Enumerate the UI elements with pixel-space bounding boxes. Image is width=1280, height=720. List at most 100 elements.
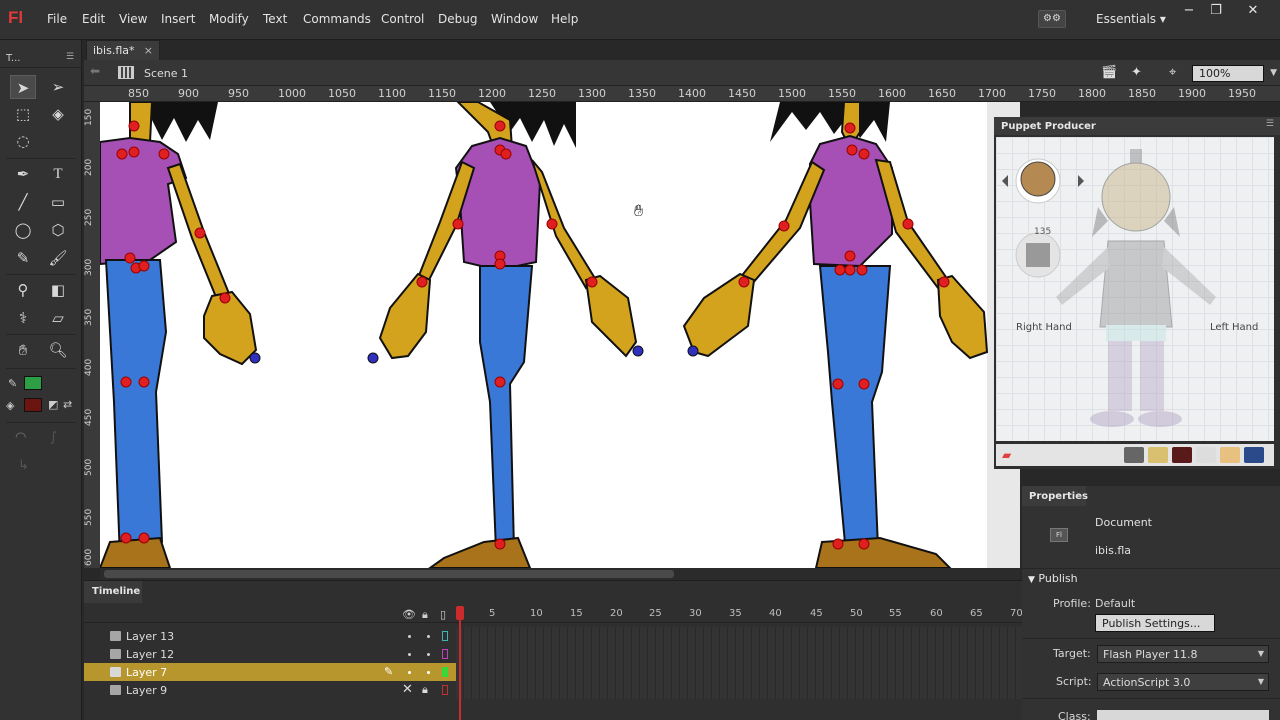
text-tool-icon[interactable]: T: [45, 162, 71, 186]
straighten-icon[interactable]: ↳: [18, 458, 29, 473]
back-arrow-icon[interactable]: ⬅: [90, 64, 100, 78]
menu-commands[interactable]: Commands: [303, 12, 371, 26]
menu-edit[interactable]: Edit: [82, 12, 105, 26]
free-transform-tool-icon[interactable]: ⬚: [10, 102, 36, 126]
menu-view[interactable]: View: [119, 12, 147, 26]
playhead[interactable]: [459, 607, 461, 720]
menu-text[interactable]: Text: [263, 12, 287, 26]
layer-name[interactable]: Layer 9: [126, 684, 167, 697]
paint-bucket-tool-icon[interactable]: ◧: [45, 278, 71, 302]
horizontal-scrollbar[interactable]: [100, 568, 1020, 580]
workspace-switcher[interactable]: Essentials ▾: [1096, 12, 1166, 26]
pasteboard[interactable]: ✋︎: [100, 102, 1020, 568]
outline-icon[interactable]: ▯: [440, 608, 446, 621]
layer-frames[interactable]: [456, 663, 1024, 681]
zoom-tool-icon[interactable]: 🔍︎: [45, 338, 71, 362]
panel-menu-icon[interactable]: ☰: [66, 52, 74, 62]
layer-name[interactable]: Layer 7: [126, 666, 167, 679]
script-select[interactable]: ActionScript 3.0 ▼: [1097, 673, 1269, 691]
polystar-tool-icon[interactable]: ⬡: [45, 218, 71, 242]
menu-file[interactable]: File: [47, 12, 67, 26]
layer-name[interactable]: Layer 12: [126, 648, 174, 661]
fill-color-swatch[interactable]: [24, 398, 42, 412]
layer-row-selected[interactable]: Layer 7 ✎: [84, 663, 1024, 681]
layer-row[interactable]: Layer 12: [84, 645, 1024, 663]
character-right[interactable]: [682, 102, 989, 568]
swap-colors-icon[interactable]: ⇄: [63, 398, 72, 411]
oval-tool-icon[interactable]: ◯: [10, 218, 36, 242]
timeline-tab[interactable]: Timeline: [84, 581, 142, 603]
layer-row[interactable]: Layer 9 ✕ 🔒︎: [84, 681, 1024, 699]
layer-frames[interactable]: [456, 681, 1024, 699]
restore-button[interactable]: ❐: [1205, 2, 1227, 20]
selection-tool-icon[interactable]: ➤: [10, 75, 36, 99]
part-swatch-eyes[interactable]: [1196, 447, 1216, 463]
hand-tool-icon[interactable]: ✋︎: [10, 338, 36, 362]
lock-icon[interactable]: 🔒︎: [422, 608, 428, 622]
line-tool-icon[interactable]: ╱: [10, 190, 36, 214]
hidden-x-icon[interactable]: ✕: [402, 682, 413, 697]
lasso-tool-icon[interactable]: ◌: [10, 129, 36, 153]
minimize-button[interactable]: −: [1178, 2, 1200, 20]
publish-section-header[interactable]: ▼ Publish: [1022, 568, 1280, 586]
part-swatch-brow[interactable]: [1244, 447, 1264, 463]
character-left[interactable]: [100, 102, 258, 568]
subselection-tool-icon[interactable]: ➢: [45, 75, 71, 99]
eyedropper-tool-icon[interactable]: ⚕: [10, 306, 36, 330]
scene-label[interactable]: Scene 1: [144, 67, 188, 80]
lock-dot[interactable]: [427, 635, 430, 638]
pencil-tool-icon[interactable]: ✎: [10, 246, 36, 270]
part-swatch-body[interactable]: [1124, 447, 1144, 463]
layer-frames[interactable]: [456, 645, 1024, 663]
part-swatch-skin[interactable]: [1220, 447, 1240, 463]
menu-insert[interactable]: Insert: [161, 12, 195, 26]
edit-symbol-icon[interactable]: ✦: [1131, 65, 1142, 80]
menu-modify[interactable]: Modify: [209, 12, 249, 26]
snap-to-objects-icon[interactable]: ◠: [15, 430, 26, 445]
visibility-dot[interactable]: [408, 671, 411, 674]
stroke-color-swatch[interactable]: [24, 376, 42, 390]
edit-scene-icon[interactable]: 🎬︎: [1101, 65, 1118, 80]
pen-tool-icon[interactable]: ✒: [10, 162, 36, 186]
visibility-dot[interactable]: [408, 635, 411, 638]
brush-tool-icon[interactable]: 🖌︎: [45, 246, 71, 270]
menu-help[interactable]: Help: [551, 12, 578, 26]
stage[interactable]: ✋︎: [100, 102, 989, 568]
class-input[interactable]: [1097, 710, 1269, 720]
smooth-icon[interactable]: ∫: [50, 430, 57, 445]
lock-dot[interactable]: [427, 671, 430, 674]
close-tab-icon[interactable]: ×: [144, 44, 153, 57]
scrollbar-thumb[interactable]: [104, 570, 674, 578]
part-swatch-mouth[interactable]: [1172, 447, 1192, 463]
playhead-handle[interactable]: [456, 606, 464, 620]
layer-name[interactable]: Layer 13: [126, 630, 174, 643]
rectangle-tool-icon[interactable]: ▭: [45, 190, 71, 214]
layer-outline-color[interactable]: [442, 649, 448, 659]
visibility-dot[interactable]: [408, 653, 411, 656]
eraser-icon[interactable]: ▰: [1002, 448, 1011, 462]
layer-outline-color[interactable]: [442, 685, 448, 695]
properties-tab[interactable]: Properties: [1022, 486, 1088, 506]
menu-window[interactable]: Window: [491, 12, 538, 26]
panel-menu-icon[interactable]: ☰: [1266, 119, 1274, 129]
puppet-canvas[interactable]: 135 Right Hand Left Hand: [996, 137, 1274, 441]
part-swatch-hand[interactable]: [1148, 447, 1168, 463]
show-hide-icon[interactable]: 👁︎: [402, 608, 416, 621]
black-white-icon[interactable]: ◩: [48, 398, 58, 411]
character-center[interactable]: [378, 102, 638, 568]
bone-tool-icon[interactable]: ⚲: [10, 278, 36, 302]
target-select[interactable]: Flash Player 11.8 ▼: [1097, 645, 1269, 663]
layer-frames[interactable]: [456, 627, 1024, 645]
zoom-dropdown-icon[interactable]: ▼: [1270, 66, 1277, 81]
layer-outline-color[interactable]: [442, 631, 448, 641]
lock-dot[interactable]: [427, 653, 430, 656]
menu-debug[interactable]: Debug: [438, 12, 477, 26]
layer-outline-color[interactable]: [442, 667, 448, 677]
zoom-select[interactable]: 100% ▼: [1192, 65, 1277, 82]
publish-settings-button[interactable]: Publish Settings...: [1095, 614, 1215, 632]
center-stage-icon[interactable]: ⌖: [1169, 65, 1176, 80]
menu-control[interactable]: Control: [381, 12, 424, 26]
sync-settings-button[interactable]: ⚙︎⚙︎: [1038, 10, 1066, 28]
eraser-tool-icon[interactable]: ▱: [45, 306, 71, 330]
close-button[interactable]: ✕: [1242, 2, 1264, 20]
